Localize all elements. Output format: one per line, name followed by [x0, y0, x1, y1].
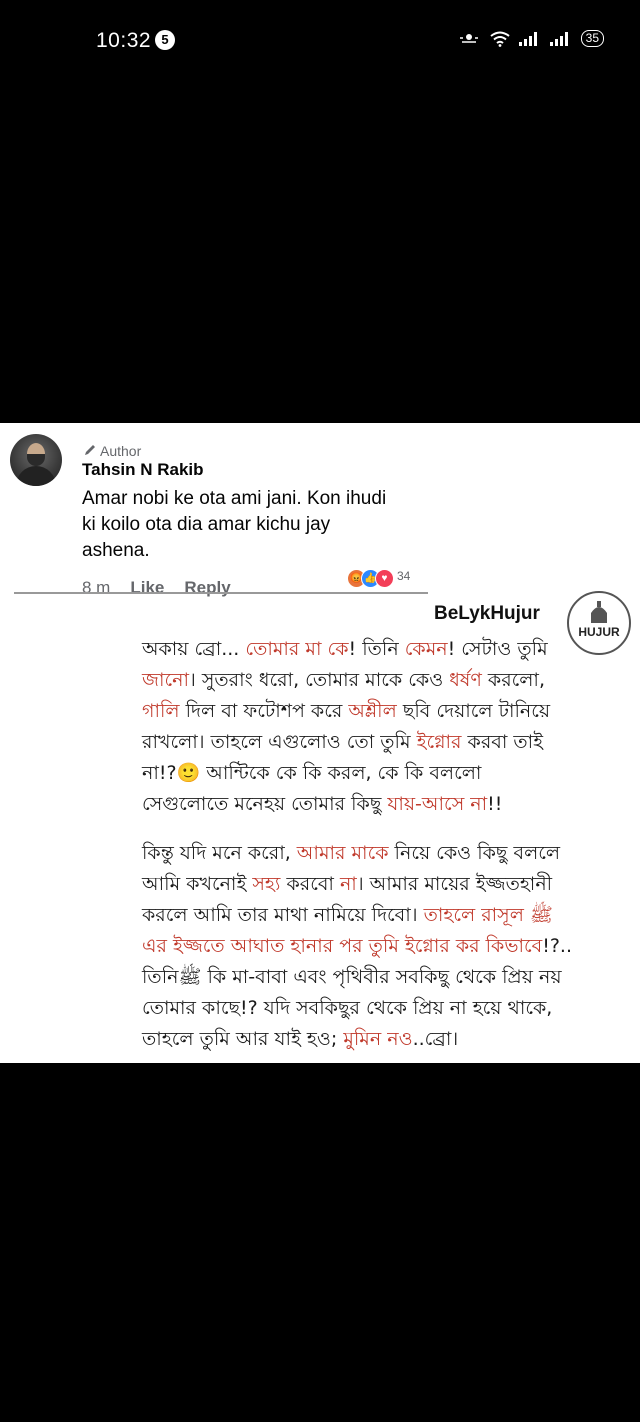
comment-actions: 8 m Like Reply — [82, 578, 231, 598]
highlighted-text: মুমিন নও — [343, 1028, 413, 1050]
signal-icon — [518, 31, 541, 46]
text-run: ! তিনি — [348, 638, 405, 660]
avatar[interactable] — [10, 434, 62, 486]
volte-icon — [457, 32, 481, 46]
text-run: করবো — [280, 873, 340, 895]
text-run: ..ব্রো। — [412, 1028, 459, 1050]
pencil-icon — [84, 443, 96, 459]
divider-line — [14, 592, 428, 594]
status-icons: 35 — [457, 30, 604, 47]
text-run: কিন্তু যদি মনে করো, — [142, 842, 297, 864]
highlighted-text: ধর্ষণ — [449, 669, 482, 691]
reaction-summary[interactable]: 😡 👍 ♥ 34 — [347, 569, 410, 588]
text-run: করলো, — [481, 669, 545, 691]
notification-count-badge: 5 — [155, 30, 175, 50]
text-run: ! সেটাও তুমি — [447, 638, 548, 660]
highlighted-text: জানো — [142, 669, 189, 691]
love-icon: ♥ — [375, 569, 394, 588]
comment-author-name[interactable]: Tahsin N Rakib — [82, 460, 204, 480]
highlighted-text: যায়-আসে না — [387, 793, 488, 815]
text-run: অকায় ব্রো... — [142, 638, 246, 660]
highlighted-text: তোমার মা কে — [245, 638, 349, 660]
quoted-paragraph-1: অকায় ব্রো... তোমার মা কে! তিনি কেমন! সে… — [142, 634, 572, 820]
highlighted-text: গালি — [142, 700, 180, 722]
author-badge-label: Author — [100, 443, 142, 459]
highlighted-text: ইগ্নোর — [416, 731, 462, 753]
logo-text: HUJUR — [578, 625, 620, 639]
text-run: । সুতরাং ধরো, তোমার মাকে কেও — [189, 669, 450, 691]
hujur-logo: HUJUR — [567, 591, 631, 655]
wifi-icon — [490, 31, 510, 47]
status-bar: 10:32 5 35 — [0, 0, 640, 80]
highlighted-text: না — [339, 873, 357, 895]
text-run: !! — [487, 793, 503, 815]
highlighted-text: অশ্লীল — [348, 700, 397, 722]
text-run: দিল বা ফটোশপ করে — [179, 700, 349, 722]
status-time: 10:32 — [96, 29, 152, 52]
comment-time: 8 m — [82, 578, 111, 597]
reaction-count: 34 — [397, 568, 411, 583]
like-button[interactable]: Like — [130, 578, 164, 598]
reply-button[interactable]: Reply — [184, 578, 230, 598]
battery-indicator: 35 — [580, 30, 604, 47]
signal-icon — [549, 31, 572, 46]
quoted-author: BeLykHujur — [434, 603, 540, 624]
quoted-paragraph-2: কিন্তু যদি মনে করো, আমার মাকে নিয়ে কেও … — [142, 838, 572, 1055]
comment-text: Amar nobi ke ota ami jani. Kon ihudi ki … — [82, 488, 387, 561]
highlighted-text: আমার মাকে — [296, 842, 389, 864]
highlighted-text: সহ্য — [252, 873, 281, 895]
author-badge: Author — [84, 443, 141, 459]
highlighted-text: কেমন — [404, 638, 448, 660]
comment-card: Author Tahsin N Rakib Amar nobi ke ota a… — [0, 423, 640, 1063]
